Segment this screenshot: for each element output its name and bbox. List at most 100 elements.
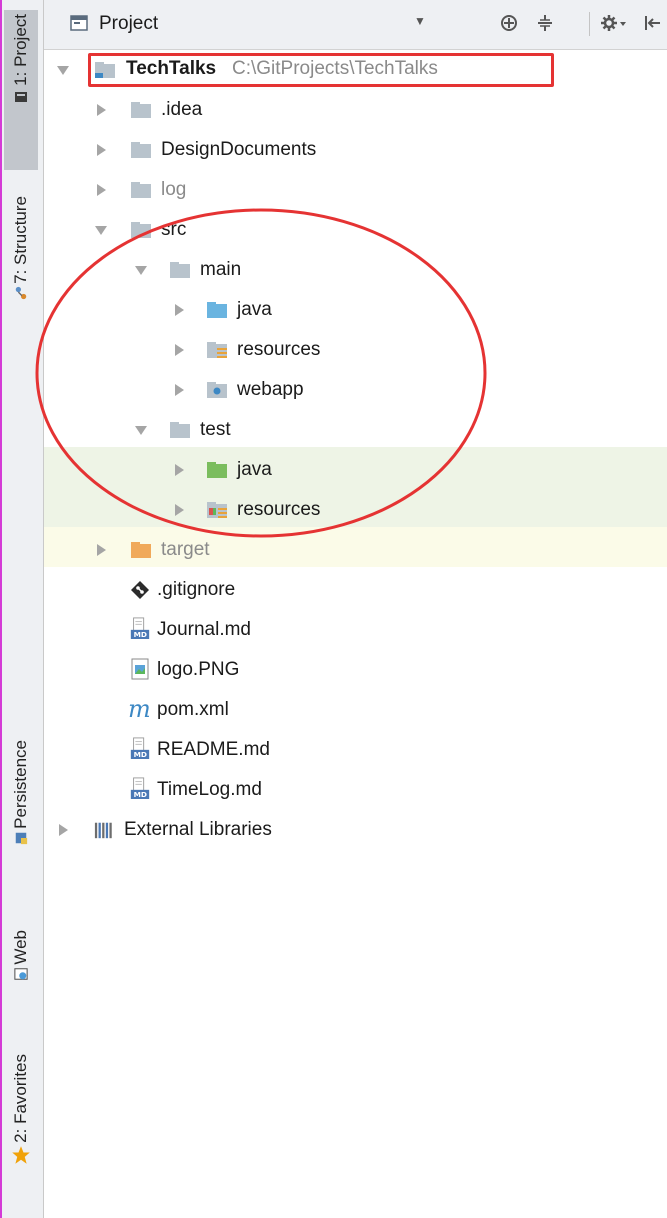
toolbar-separator bbox=[589, 12, 590, 36]
tab-structure-label: 7: Structure bbox=[11, 196, 30, 284]
folder-icon bbox=[131, 182, 151, 198]
node-label: .gitignore bbox=[157, 579, 236, 600]
tree-node-test-java[interactable]: java bbox=[44, 450, 667, 490]
tree-node-design-documents[interactable]: DesignDocuments bbox=[44, 130, 667, 170]
node-label: src bbox=[161, 219, 187, 240]
collapsed-arrow-icon[interactable] bbox=[94, 183, 108, 197]
node-label: logo.PNG bbox=[157, 659, 240, 680]
git-icon bbox=[131, 581, 149, 599]
tab-web-label: Web bbox=[11, 930, 30, 965]
tree-node-logo[interactable]: logo.PNG bbox=[44, 650, 667, 690]
structure-tab-icon bbox=[15, 286, 27, 299]
node-label: .idea bbox=[161, 99, 203, 120]
expanded-arrow-icon[interactable] bbox=[134, 423, 148, 437]
tree-node-main-java[interactable]: java bbox=[44, 290, 667, 330]
expanded-arrow-icon[interactable] bbox=[134, 263, 148, 277]
tab-favorites-label: 2: Favorites bbox=[11, 1054, 30, 1143]
node-label: webapp bbox=[237, 379, 304, 400]
view-title[interactable]: Project bbox=[99, 13, 158, 35]
root-annotation-box bbox=[88, 53, 554, 87]
maven-icon: m bbox=[128, 695, 151, 723]
tree-node-idea[interactable]: .idea bbox=[44, 90, 667, 130]
tab-project[interactable]: 1: Project bbox=[4, 10, 38, 170]
tab-web[interactable]: Web bbox=[4, 930, 38, 1010]
collapsed-arrow-icon[interactable] bbox=[172, 463, 186, 477]
tree-node-webapp[interactable]: webapp bbox=[44, 370, 667, 410]
persistence-tab-icon bbox=[15, 832, 28, 844]
folder-icon bbox=[131, 142, 151, 158]
tree-node-external-libraries[interactable]: External Libraries bbox=[44, 810, 667, 850]
stripe-border bbox=[0, 0, 2, 1218]
markdown-file-icon: MD bbox=[130, 617, 150, 639]
collapsed-arrow-icon[interactable] bbox=[172, 383, 186, 397]
node-label: target bbox=[161, 539, 210, 560]
tool-window-stripe: 1: Project 7: Structure Persistence Web … bbox=[0, 0, 44, 1218]
hide-panel-icon[interactable] bbox=[640, 10, 666, 36]
excluded-folder-icon bbox=[131, 542, 151, 558]
collapse-all-icon[interactable] bbox=[532, 10, 558, 36]
node-label: DesignDocuments bbox=[161, 139, 317, 160]
markdown-file-icon: MD bbox=[130, 777, 150, 799]
markdown-file-icon: MD bbox=[130, 737, 150, 759]
tree-node-test-resources[interactable]: resources bbox=[44, 490, 667, 530]
tree-node-gitignore[interactable]: .gitignore bbox=[44, 570, 667, 610]
tree-node-pom[interactable]: m pom.xml bbox=[44, 690, 667, 730]
tree-node-log[interactable]: log bbox=[44, 170, 667, 210]
folder-icon bbox=[131, 102, 151, 118]
project-tab-icon bbox=[15, 91, 27, 102]
collapsed-arrow-icon[interactable] bbox=[56, 823, 70, 837]
project-toolbar: Project ▼ bbox=[44, 0, 667, 50]
collapsed-arrow-icon[interactable] bbox=[94, 143, 108, 157]
gear-icon[interactable] bbox=[596, 10, 632, 36]
node-label: TimeLog.md bbox=[157, 779, 262, 800]
tab-persistence[interactable]: Persistence bbox=[4, 740, 38, 890]
tab-persistence-label: Persistence bbox=[11, 740, 30, 829]
expanded-arrow-icon[interactable] bbox=[56, 63, 70, 77]
web-tab-icon bbox=[14, 967, 28, 980]
tree-node-readme[interactable]: MD README.md bbox=[44, 730, 667, 770]
node-label: test bbox=[200, 419, 231, 440]
tab-favorites[interactable]: 2: Favorites bbox=[4, 1054, 38, 1204]
node-label: main bbox=[200, 259, 242, 280]
expanded-arrow-icon[interactable] bbox=[94, 223, 108, 237]
collapsed-arrow-icon[interactable] bbox=[94, 543, 108, 557]
tree-node-test[interactable]: test bbox=[44, 410, 667, 450]
node-label: log bbox=[161, 179, 187, 200]
collapsed-arrow-icon[interactable] bbox=[172, 343, 186, 357]
node-label: resources bbox=[237, 499, 321, 520]
node-label: java bbox=[237, 459, 272, 480]
source-folder-icon bbox=[207, 302, 227, 318]
node-label: java bbox=[237, 299, 272, 320]
svg-text:MD: MD bbox=[134, 790, 147, 799]
test-folder-icon bbox=[207, 462, 227, 478]
tree-node-journal[interactable]: MD Journal.md bbox=[44, 610, 667, 650]
resources-folder-icon bbox=[207, 342, 227, 358]
tab-structure[interactable]: 7: Structure bbox=[4, 196, 38, 346]
node-label: pom.xml bbox=[157, 699, 229, 720]
tree-node-timelog[interactable]: MD TimeLog.md bbox=[44, 770, 667, 810]
node-label: Journal.md bbox=[157, 619, 251, 640]
folder-icon bbox=[170, 422, 190, 438]
test-resources-folder-icon bbox=[207, 502, 227, 518]
tab-project-label: 1: Project bbox=[11, 14, 30, 86]
image-file-icon bbox=[131, 658, 149, 680]
tree-node-src[interactable]: src bbox=[44, 210, 667, 250]
libraries-icon bbox=[94, 822, 112, 839]
tree-node-main-resources[interactable]: resources bbox=[44, 330, 667, 370]
tree-node-target[interactable]: target bbox=[44, 530, 667, 570]
svg-text:MD: MD bbox=[134, 630, 147, 639]
collapsed-arrow-icon[interactable] bbox=[172, 303, 186, 317]
star-icon bbox=[12, 1146, 30, 1164]
scroll-from-source-icon[interactable] bbox=[496, 10, 522, 36]
folder-icon bbox=[170, 262, 190, 278]
tree-node-main[interactable]: main bbox=[44, 250, 667, 290]
collapsed-arrow-icon[interactable] bbox=[94, 103, 108, 117]
svg-text:MD: MD bbox=[134, 750, 147, 759]
node-label: External Libraries bbox=[124, 819, 272, 840]
collapsed-arrow-icon[interactable] bbox=[172, 503, 186, 517]
project-view-icon bbox=[70, 15, 88, 31]
folder-icon bbox=[131, 222, 151, 238]
node-label: README.md bbox=[157, 739, 270, 760]
view-dropdown-icon[interactable]: ▼ bbox=[414, 14, 426, 28]
web-folder-icon bbox=[207, 382, 227, 398]
